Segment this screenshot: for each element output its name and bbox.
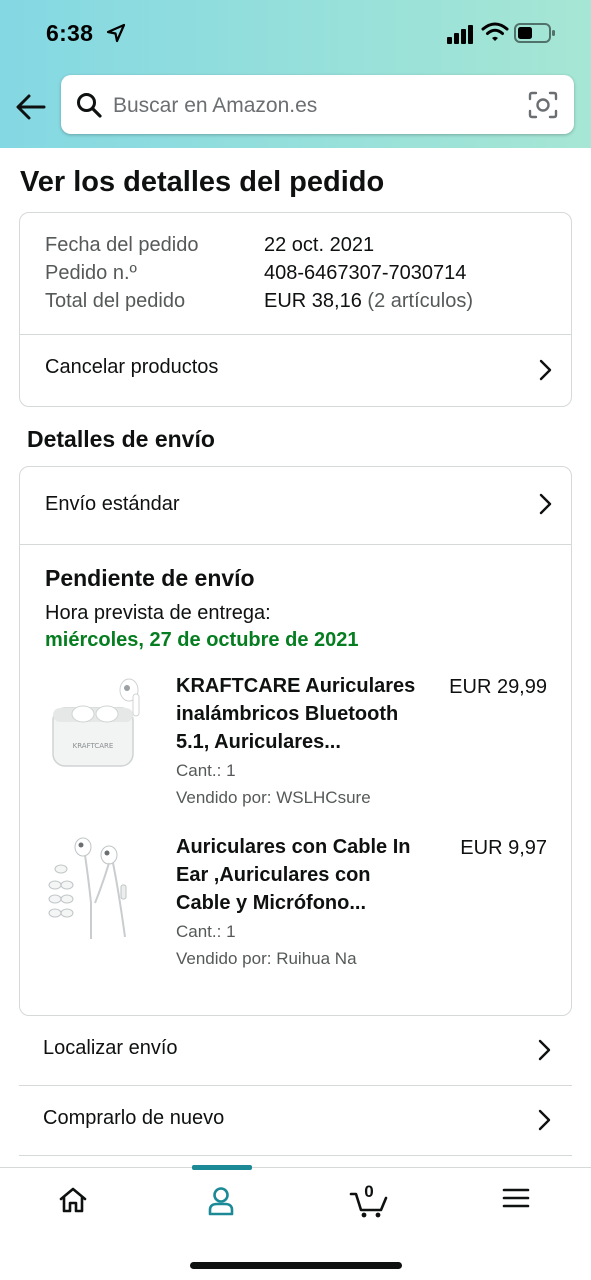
chevron-right-icon [539, 493, 552, 515]
product-image-wireless-earbuds[interactable]: KRAFTCARE [45, 670, 155, 780]
chevron-right-icon [539, 359, 552, 381]
back-arrow-icon[interactable] [14, 90, 48, 124]
track-package-row[interactable]: Localizar envío [19, 1016, 572, 1086]
order-total-label: Total del pedido [45, 290, 186, 312]
battery-icon [514, 23, 555, 43]
page-title: Ver los detalles del pedido [20, 166, 385, 198]
wifi-icon [481, 22, 509, 41]
order-item-count: (2 artículos) [367, 290, 473, 312]
cancel-products-row[interactable]: Cancelar productos [20, 335, 571, 406]
chevron-right-icon [538, 1039, 551, 1061]
shipping-card: Envío estándar Pendiente de envío Hora p… [19, 466, 572, 1016]
buy-again-label: Comprarlo de nuevo [43, 1107, 225, 1129]
camera-search-icon[interactable] [528, 91, 558, 119]
product-brand-print: KRAFTCARE [73, 742, 114, 750]
product-title-line: Auriculares con Cable In [176, 836, 411, 858]
order-total-value: EUR 38,16 (2 artículos) [264, 290, 473, 313]
divider [20, 544, 571, 545]
eta-date: miércoles, 27 de octubre de 2021 [45, 629, 359, 651]
product-title-line: KRAFTCARE Auriculares [176, 675, 416, 697]
product-seller: Vendido por: WSLHCsure [176, 788, 371, 807]
status-time: 6:38 [46, 20, 94, 46]
track-package-label: Localizar envío [43, 1037, 178, 1059]
product-price: EUR 29,99 [449, 676, 547, 698]
home-indicator [190, 1262, 402, 1269]
product-title[interactable]: Auriculares con Cable In Ear ,Auriculare… [176, 833, 426, 917]
order-total-amount: EUR 38,16 [264, 290, 362, 312]
product-title-line: Cable y Micrófono... [176, 892, 367, 914]
eta-label: Hora prevista de entrega: [45, 602, 271, 624]
order-number-value: 408-6467307-7030714 [264, 262, 467, 284]
tab-menu[interactable] [476, 1168, 556, 1238]
order-date-value: 22 oct. 2021 [264, 234, 375, 256]
product-quantity: Cant.: 1 [176, 761, 236, 780]
tab-account[interactable] [181, 1168, 261, 1238]
product-title-line: Ear ,Auriculares con [176, 864, 371, 886]
order-summary-card: Fecha del pedido 22 oct. 2021 Pedido n.º… [19, 212, 572, 407]
tab-cart[interactable]: 0 [329, 1168, 409, 1238]
product-price: EUR 9,97 [460, 837, 547, 859]
shipping-method-label: Envío estándar [45, 493, 180, 515]
buy-again-row[interactable]: Comprarlo de nuevo [19, 1086, 572, 1156]
product-seller: Vendido por: Ruihua Na [176, 949, 357, 968]
search-bar[interactable]: Buscar en Amazon.es [61, 75, 574, 134]
menu-icon [502, 1188, 530, 1208]
cancel-products-label: Cancelar productos [45, 356, 219, 378]
product-quantity: Cant.: 1 [176, 922, 236, 941]
location-arrow-icon [106, 23, 126, 43]
product-title-line: 5.1, Auriculares... [176, 731, 341, 753]
user-icon [208, 1187, 234, 1216]
chevron-right-icon [538, 1109, 551, 1131]
shipping-section-title: Detalles de envío [27, 426, 215, 452]
search-input[interactable]: Buscar en Amazon.es [113, 94, 317, 118]
product-image-wired-earphones[interactable] [45, 833, 155, 943]
product-title[interactable]: KRAFTCARE Auriculares inalámbricos Bluet… [176, 672, 426, 756]
product-title-line: inalámbricos Bluetooth [176, 703, 399, 725]
order-number-label: Pedido n.º [45, 262, 137, 284]
order-date-label: Fecha del pedido [45, 234, 199, 256]
search-icon [77, 93, 102, 118]
shipping-method-row[interactable]: Envío estándar [20, 467, 571, 544]
shipment-status: Pendiente de envío [45, 565, 255, 591]
home-icon [59, 1187, 87, 1213]
app-header: 6:38 Buscar en Amazon.es [0, 0, 591, 148]
tab-home[interactable] [33, 1168, 113, 1238]
cart-icon [349, 1192, 388, 1218]
cellular-signal-icon [447, 25, 473, 44]
